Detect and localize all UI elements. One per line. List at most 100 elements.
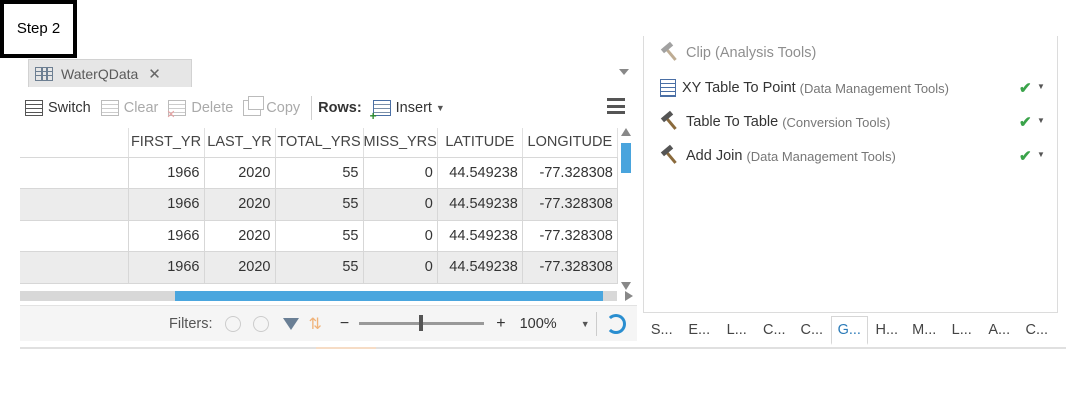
filter-icon[interactable] (282, 317, 299, 330)
column-header[interactable]: LAST_YR (204, 128, 276, 158)
pane-tab-active[interactable]: G... (830, 315, 868, 345)
table-cell[interactable]: 44.549238 (437, 157, 523, 189)
tab-menu-arrow-icon[interactable] (619, 69, 629, 75)
scroll-down-icon[interactable] (621, 282, 631, 290)
table-cell[interactable]: -77.328308 (522, 220, 618, 252)
table-cell[interactable]: 2020 (204, 157, 276, 189)
column-header[interactable]: TOTAL_YRS (275, 128, 364, 158)
table-cell[interactable]: 1966 (128, 220, 205, 252)
table-cell[interactable]: 2020 (204, 251, 276, 284)
table-cell[interactable]: 2020 (204, 188, 276, 221)
copy-button[interactable]: Copy (238, 95, 305, 121)
table-cell[interactable]: 1966 (128, 157, 205, 189)
switch-button[interactable]: Switch (20, 95, 96, 121)
pane-tab[interactable]: L... (943, 317, 981, 343)
chevron-down-icon[interactable]: ▼ (581, 319, 590, 329)
column-header[interactable]: LONGITUDE (522, 128, 618, 158)
table-cell[interactable]: -77.328308 (522, 157, 618, 189)
vertical-scrollbar[interactable] (620, 128, 632, 290)
script-icon (660, 79, 676, 97)
table-cell[interactable]: 0 (363, 220, 438, 252)
switch-icon (25, 100, 43, 116)
menu-icon[interactable] (607, 98, 625, 114)
table-row[interactable]: 1966 2020 55 0 44.549238 -77.328308 (20, 220, 618, 252)
zoom-slider-knob[interactable] (419, 315, 424, 331)
pane-tab[interactable]: C... (756, 317, 794, 343)
hscroll-thumb[interactable] (175, 291, 603, 301)
table-cell[interactable]: 44.549238 (437, 220, 523, 252)
filter-range-icon[interactable] (252, 315, 269, 332)
history-item[interactable]: XY Table To Point (Data Management Tools… (660, 79, 949, 97)
table-cell[interactable]: 55 (275, 251, 364, 284)
table-row[interactable]: 1966 2020 55 0 44.549238 -77.328308 (20, 188, 618, 221)
table-cell[interactable]: -77.328308 (522, 251, 618, 284)
chevron-down-icon[interactable]: ▼ (1037, 82, 1045, 91)
zoom-slider[interactable] (359, 315, 485, 331)
delete-button[interactable]: Delete (163, 95, 238, 121)
success-check-icon: ✔ (1019, 80, 1032, 97)
table-cell[interactable]: -77.328308 (522, 188, 618, 221)
table-cell[interactable]: 2020 (204, 220, 276, 252)
tab-waterqdata[interactable]: WaterQData ✕ (28, 59, 192, 87)
horizontal-scrollbar[interactable] (20, 291, 633, 301)
table-row[interactable]: 1966 2020 55 0 44.549238 -77.328308 (20, 157, 618, 189)
history-item[interactable]: Table To Table (Conversion Tools) (660, 113, 890, 131)
history-item[interactable]: Add Join (Data Management Tools) (660, 147, 896, 165)
history-pane: Clip (Analysis Tools) XY Table To Point … (643, 0, 1066, 347)
hammer-icon (660, 44, 680, 62)
table-cell[interactable]: 55 (275, 157, 364, 189)
attribute-table: FIRST_YR LAST_YR TOTAL_YRS MISS_YRS LATI… (20, 128, 620, 288)
table-cell[interactable] (20, 251, 129, 284)
table-cell[interactable]: 0 (363, 157, 438, 189)
filter-time-icon[interactable] (224, 315, 241, 332)
pane-tab[interactable]: L... (718, 317, 756, 343)
table-cell[interactable]: 44.549238 (437, 251, 523, 284)
history-item-name: Add Join (686, 148, 743, 164)
history-item-clip[interactable]: Clip (Analysis Tools) (660, 44, 816, 62)
history-item-name: Table To Table (686, 114, 779, 130)
table-cell[interactable]: 55 (275, 188, 364, 221)
column-header[interactable]: FIRST_YR (128, 128, 205, 158)
table-cell[interactable]: 1966 (128, 251, 205, 284)
table-cell[interactable] (20, 188, 129, 221)
chevron-down-icon[interactable]: ▼ (1037, 116, 1045, 125)
delete-icon (166, 100, 187, 121)
chevron-down-icon[interactable]: ▼ (1037, 150, 1045, 159)
pane-tab[interactable]: C... (1018, 317, 1056, 343)
column-header[interactable]: LATITUDE (437, 128, 523, 158)
pane-tab[interactable]: H... (868, 317, 906, 343)
copy-label: Copy (266, 100, 301, 116)
clear-button[interactable]: Clear (96, 95, 164, 121)
table-header-row: FIRST_YR LAST_YR TOTAL_YRS MISS_YRS LATI… (20, 128, 618, 158)
table-row[interactable]: 1966 2020 55 0 44.549238 -77.328308 (20, 251, 618, 284)
table-cell[interactable]: 0 (363, 188, 438, 221)
table-cell[interactable]: 1966 (128, 188, 205, 221)
close-icon[interactable]: ✕ (148, 65, 161, 83)
scroll-right-icon[interactable] (625, 291, 633, 301)
table-cell[interactable]: 55 (275, 220, 364, 252)
table-cell[interactable]: 44.549238 (437, 188, 523, 221)
sort-icon[interactable]: ⇅ (309, 314, 322, 334)
clear-icon (100, 100, 119, 116)
pane-tab[interactable]: M... (906, 317, 944, 343)
table-cell[interactable] (20, 220, 129, 252)
pane-tab[interactable]: E... (681, 317, 719, 343)
chevron-down-icon: ▼ (435, 103, 445, 113)
pane-tab[interactable]: S... (643, 317, 681, 343)
zoom-in-button[interactable]: + (496, 315, 505, 333)
scroll-up-icon[interactable] (621, 128, 631, 136)
insert-row-icon (370, 100, 391, 123)
scroll-thumb[interactable] (621, 143, 631, 173)
pane-tab[interactable]: A... (981, 317, 1019, 343)
refresh-icon[interactable] (605, 313, 626, 334)
zoom-out-button[interactable]: − (340, 315, 349, 333)
table-statusbar: Filters: ⇅ − + 100% ▼ (20, 305, 637, 341)
insert-button[interactable]: Insert ▼ (368, 95, 450, 123)
table-cell[interactable]: 0 (363, 251, 438, 284)
pane-tab[interactable]: C... (793, 317, 831, 343)
table-icon (35, 66, 53, 81)
column-header[interactable]: MISS_YRS (363, 128, 438, 158)
table-cell[interactable] (20, 157, 129, 189)
insert-label: Insert (395, 100, 432, 116)
zoom-value[interactable]: 100% (520, 316, 557, 332)
